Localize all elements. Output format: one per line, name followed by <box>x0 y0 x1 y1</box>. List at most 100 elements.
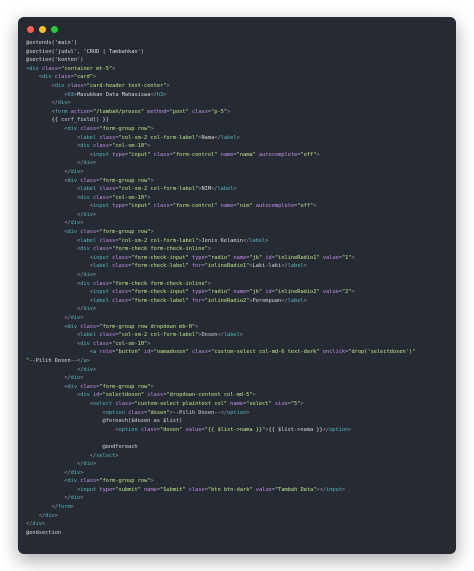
code-token: Jenis Kelamin <box>201 237 243 244</box>
code-line: <select class="custom-select plaintext c… <box>26 400 452 409</box>
code-token: class <box>93 194 109 201</box>
code-line: @endforeach <box>26 443 452 452</box>
code-token: > <box>67 100 71 107</box>
code-token: label <box>80 237 97 244</box>
code-line: <a role="button" id="namadosen" class="c… <box>26 348 452 357</box>
code-token: div <box>41 74 52 81</box>
code-token: > <box>265 237 269 244</box>
code-token: "col-sm-10" <box>112 194 148 201</box>
code-token: @endforeach <box>26 443 138 450</box>
code-token: value <box>322 289 339 296</box>
code-token: > <box>195 323 199 330</box>
code-token: "drop('selectdosen')" <box>348 349 416 356</box>
code-token: div <box>83 461 93 468</box>
code-token: class <box>80 229 97 236</box>
code-token: > <box>313 203 317 210</box>
code-line: <label class="form-check-label" for="inl… <box>26 262 452 271</box>
code-token: "form-check-label" <box>131 263 189 270</box>
code-token: > <box>300 400 304 407</box>
code-line: <input type="input" class="form-control"… <box>26 202 452 211</box>
code-token: class <box>54 74 71 81</box>
code-token: div <box>80 143 90 150</box>
minimize-dot-icon[interactable] <box>39 26 46 33</box>
code-line: </div> <box>26 469 452 478</box>
code-token: "form-group row dropdown mb-0" <box>99 323 196 330</box>
code-token: > <box>341 486 346 493</box>
code-token: class <box>67 82 84 89</box>
code-line: <label class="col-sm-2 col-form-label">N… <box>26 134 452 143</box>
code-token: div <box>83 306 93 313</box>
code-line: @endsection <box>26 529 452 538</box>
code-token: Perempuan <box>252 297 282 304</box>
code-token: "2" <box>341 289 352 296</box>
code-token: div <box>32 521 42 528</box>
code-token: class <box>93 280 109 287</box>
code-token: "input" <box>128 151 151 158</box>
code-token: class <box>191 349 208 356</box>
code-token: class <box>93 143 109 150</box>
code-token: > <box>93 211 97 218</box>
code-token: "form-group row" <box>99 383 151 390</box>
code-token: class <box>80 478 97 485</box>
code-token: class <box>112 254 129 261</box>
code-token: label <box>92 297 109 304</box>
code-token: name <box>233 289 247 296</box>
code-line: <div class="form-group row"> <box>26 177 452 186</box>
code-token: > <box>112 65 116 72</box>
code-token: "form-check-input" <box>131 289 189 296</box>
code-token: Dosen <box>201 332 218 339</box>
code-token: class <box>147 392 164 399</box>
code-token: class <box>99 186 116 193</box>
code-token: Nama <box>201 134 215 141</box>
code-token: "card-header text-center" <box>86 82 167 89</box>
code-token: "inlineRadio1" <box>274 254 320 261</box>
code-line: </form> <box>26 503 452 512</box>
close-dot-icon[interactable] <box>27 26 34 33</box>
code-token: @endsection <box>26 529 62 536</box>
code-token: div <box>83 366 93 373</box>
code-token: "off" <box>300 151 317 158</box>
code-line: <option class="dosen" value="{{ $list->n… <box>26 426 452 435</box>
code-token: @section('judul', 'CRUD | Tambahkan') <box>26 48 144 55</box>
code-token: "button" <box>115 349 141 356</box>
code-token: "radio" <box>207 254 231 261</box>
code-token: select <box>92 400 113 407</box>
code-token: class <box>112 263 129 270</box>
code-token: div <box>54 82 65 89</box>
maximize-dot-icon[interactable] <box>51 26 58 33</box>
code-token: "inlineRadio1" <box>204 263 250 270</box>
code-token: div <box>70 315 81 321</box>
code-token: --Pilih Dosen-- <box>172 409 221 416</box>
code-line: </div> <box>26 99 452 108</box>
code-line: <label class="col-sm-2 col-form-label">N… <box>26 185 452 194</box>
code-line: </select> <box>26 452 452 461</box>
code-line: <h3>Masukkan Data Mahasiswa</h3> <box>26 91 452 100</box>
code-line: </div> <box>26 159 452 168</box>
code-token: "jk" <box>249 289 263 296</box>
code-token: type <box>112 203 125 210</box>
code-token: size <box>274 400 288 407</box>
code-token: label <box>287 297 304 304</box>
code-token: class <box>80 323 97 330</box>
code-token: > <box>150 177 154 184</box>
code-token: > <box>80 315 84 321</box>
code-token: --Pilih Dosen-- <box>29 357 78 364</box>
code-token: autocomplete <box>255 203 295 210</box>
code-token: @extends('main') <box>26 40 78 46</box>
code-token: "form-check form-check-inline" <box>112 246 208 253</box>
code-block: @extends('main') @section('judul', 'CRUD … <box>26 39 452 537</box>
code-token: "form-control" <box>172 151 218 158</box>
code-token: value <box>185 426 202 433</box>
